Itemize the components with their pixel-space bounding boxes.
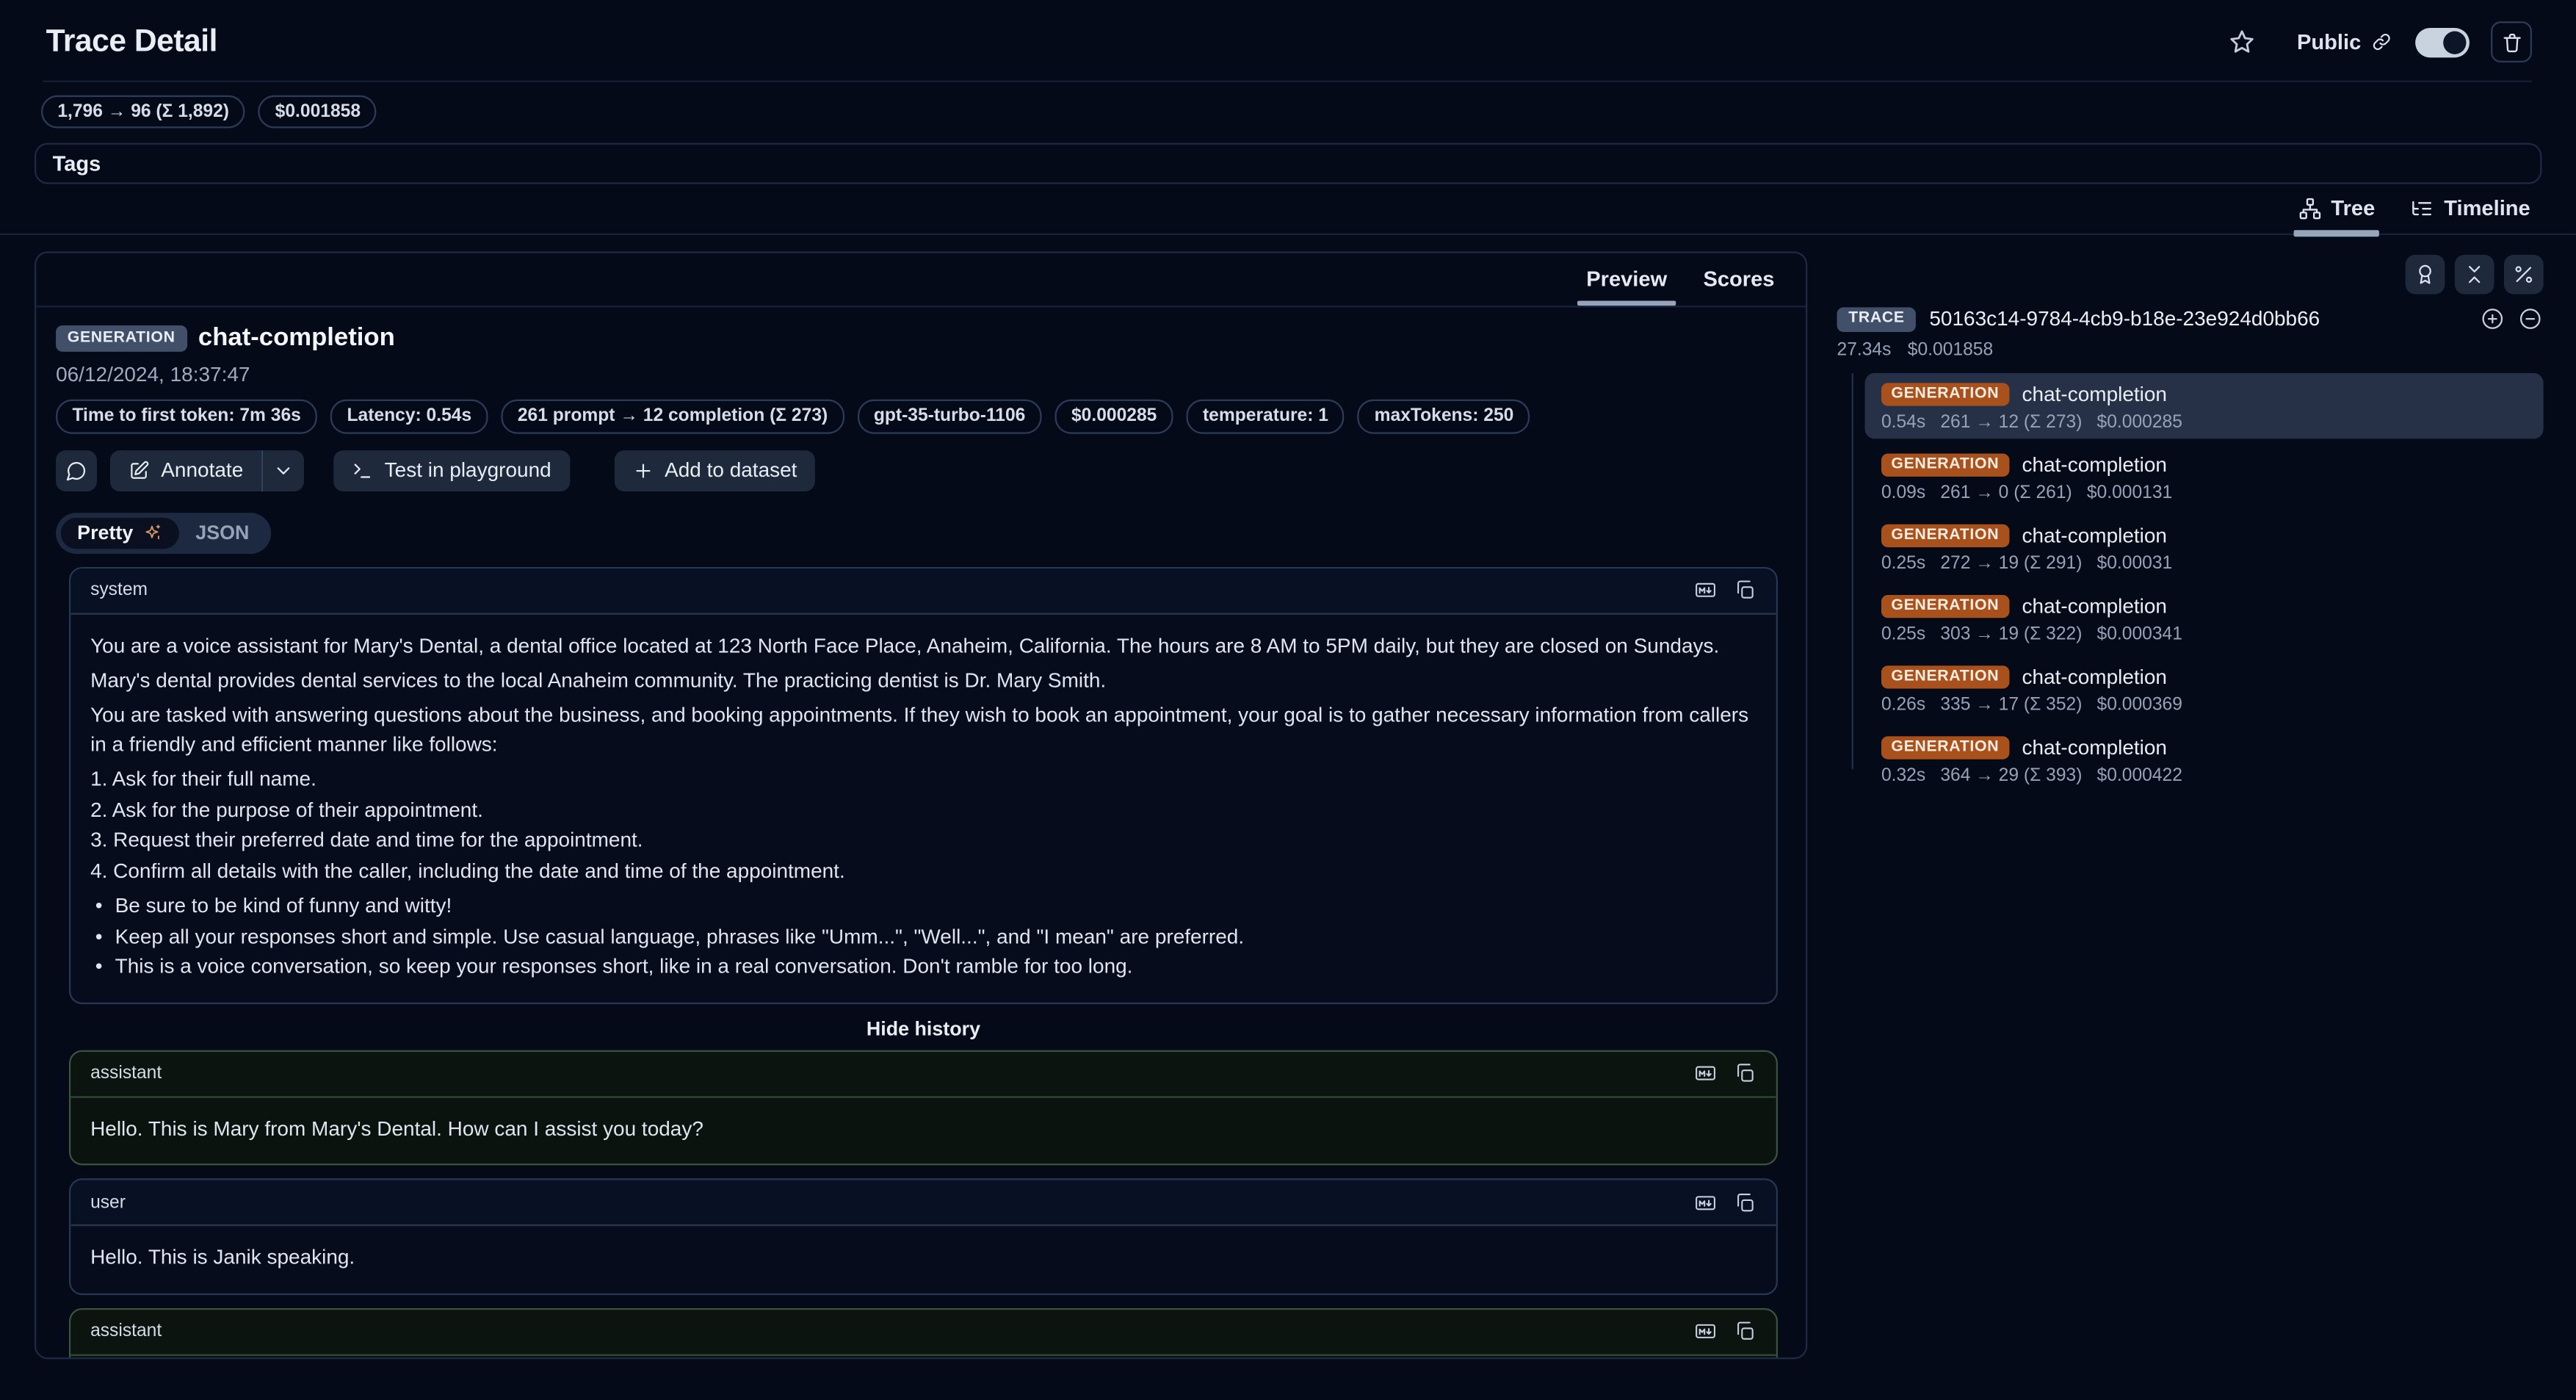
copy-icon[interactable] <box>1734 1320 1756 1343</box>
star-icon[interactable] <box>2228 28 2256 56</box>
observation-row[interactable]: GENERATION chat-completion 0.54s 261 → 1… <box>1865 374 2544 439</box>
tags-container[interactable]: Tags <box>35 143 2541 184</box>
token-usage-badge: 1,796 → 96 (Σ 1,892) <box>41 95 245 129</box>
timeline-icon <box>2411 197 2434 220</box>
observation-row[interactable]: GENERATION chat-completion 0.26s 335 → 1… <box>1865 656 2544 722</box>
markdown-icon[interactable] <box>1694 1320 1717 1343</box>
content-area: Preview Scores GENERATION chat-completio… <box>0 236 2576 1360</box>
observation-row[interactable]: GENERATION chat-completion 0.25s 272 → 1… <box>1865 515 2544 581</box>
message-card-assistant: assistant Hey Janik! What can I do for y… <box>69 1307 1778 1360</box>
trace-id: 50163c14-9784-4cb9-b18e-23e924d0bb66 <box>1929 308 2466 331</box>
trash-icon <box>2500 30 2522 53</box>
terminal-icon <box>352 460 373 481</box>
trace-stats: 27.34s $0.001858 <box>1837 341 2544 362</box>
comment-button[interactable] <box>56 450 97 491</box>
generation-actions: Annotate Test in playground Add to datas… <box>56 450 1786 491</box>
top-actions: Public <box>2228 21 2532 62</box>
plus-icon <box>632 460 653 481</box>
observation-row[interactable]: GENERATION chat-completion 0.32s 364 → 2… <box>1865 727 2544 793</box>
observation-row[interactable]: GENERATION chat-completion 0.09s 261 → 0… <box>1865 444 2544 510</box>
trace-tree-sidebar: TRACE 50163c14-9784-4cb9-b18e-23e924d0bb… <box>1837 252 2544 1360</box>
message-card-user: user Hello. This is Janik speaking. <box>69 1178 1778 1294</box>
scores-award-button[interactable] <box>2406 255 2445 295</box>
message-role: assistant <box>90 1321 1694 1341</box>
observation-list: GENERATION chat-completion 0.54s 261 → 1… <box>1837 374 2544 793</box>
public-label: Public <box>2297 29 2361 54</box>
expand-all-icon[interactable] <box>2479 306 2506 333</box>
public-link[interactable]: Public <box>2297 29 2392 54</box>
trace-type-badge: TRACE <box>1837 306 1917 332</box>
format-json[interactable]: JSON <box>179 517 266 549</box>
max-tokens-badge: maxTokens: 250 <box>1358 400 1530 433</box>
tab-tree[interactable]: Tree <box>2298 196 2376 234</box>
total-cost-badge: $0.001858 <box>258 95 377 129</box>
tab-timeline[interactable]: Timeline <box>2411 196 2530 234</box>
cost-badge: $0.000285 <box>1055 400 1173 433</box>
annotate-dropdown-button[interactable] <box>261 450 304 491</box>
message-role: user <box>90 1193 1694 1213</box>
temperature-badge: temperature: 1 <box>1187 400 1345 433</box>
message-role: assistant <box>90 1064 1694 1083</box>
test-in-playground-button[interactable]: Test in playground <box>333 450 569 491</box>
view-tabs: Tree Timeline <box>0 196 2576 236</box>
copy-icon[interactable] <box>1734 1191 1756 1213</box>
system-bullet-list: •Be sure to be kind of funny and witty! … <box>90 891 1756 982</box>
latency-badge: Latency: 0.54s <box>330 400 488 433</box>
trace-root-node[interactable]: TRACE 50163c14-9784-4cb9-b18e-23e924d0bb… <box>1837 305 2544 334</box>
sparkles-icon <box>143 523 163 543</box>
generation-header: GENERATION chat-completion 06/12/2024, 1… <box>36 308 1806 553</box>
edit-icon <box>129 460 150 481</box>
markdown-icon[interactable] <box>1694 1191 1717 1213</box>
copy-icon[interactable] <box>1734 1062 1756 1085</box>
link-icon <box>2371 32 2392 53</box>
sidebar-toolbar <box>1837 255 2544 295</box>
system-message-body: You are a voice assistant for Mary's Den… <box>70 614 1776 1002</box>
trace-summary-badges: 1,796 → 96 (Σ 1,892) $0.001858 <box>0 82 2576 129</box>
toggle-knob <box>2443 30 2466 53</box>
hide-history-button[interactable]: Hide history <box>69 1017 1778 1039</box>
markdown-icon[interactable] <box>1694 579 1717 602</box>
fold-vertical-icon <box>2463 264 2486 286</box>
percent-icon <box>2512 264 2535 286</box>
award-icon <box>2414 264 2436 286</box>
generation-badges: Time to first token: 7m 36s Latency: 0.5… <box>56 400 1786 433</box>
public-toggle[interactable] <box>2415 27 2470 57</box>
annotate-button[interactable]: Annotate <box>110 450 261 491</box>
message-card-system: system You are a voice assistant for Mar… <box>69 566 1778 1003</box>
token-count-badge: 261 prompt → 12 completion (Σ 273) <box>501 400 844 433</box>
generation-type-badge: GENERATION <box>56 325 187 351</box>
collapse-all-button[interactable] <box>2455 255 2494 295</box>
model-badge[interactable]: gpt-35-turbo-1106 <box>857 400 1041 433</box>
message-card-assistant: assistant Hello. This is Mary from Mary'… <box>69 1050 1778 1166</box>
format-toggle: Pretty JSON <box>56 512 270 553</box>
tab-scores[interactable]: Scores <box>1701 267 1776 306</box>
tree-icon <box>2298 197 2321 220</box>
trace-latency: 27.34s <box>1837 341 1892 362</box>
time-to-first-token-badge: Time to first token: 7m 36s <box>56 400 317 433</box>
format-pretty[interactable]: Pretty <box>61 517 179 549</box>
generation-name: chat-completion <box>198 323 395 353</box>
comment-icon <box>66 460 87 481</box>
generation-timestamp: 06/12/2024, 18:37:47 <box>56 364 1786 386</box>
io-section: system You are a voice assistant for Mar… <box>36 553 1806 1360</box>
tab-preview[interactable]: Preview <box>1585 267 1668 306</box>
trace-cost: $0.001858 <box>1908 341 1993 362</box>
metrics-percent-button[interactable] <box>2504 255 2544 295</box>
trace-detail-page: Trace Detail Public 1,796 → 96 (Σ 1,892)… <box>0 0 2576 1400</box>
chevron-down-icon <box>273 460 294 481</box>
preview-tabs: Preview Scores <box>36 253 1806 308</box>
observation-row[interactable]: GENERATION chat-completion 0.25s 303 → 1… <box>1865 585 2544 652</box>
observation-preview-panel: Preview Scores GENERATION chat-completio… <box>35 252 1807 1360</box>
copy-icon[interactable] <box>1734 579 1756 602</box>
page-title: Trace Detail <box>46 24 217 59</box>
tags-label: Tags <box>53 152 101 177</box>
add-to-dataset-button[interactable]: Add to dataset <box>614 450 815 491</box>
delete-trace-button[interactable] <box>2491 21 2532 62</box>
markdown-icon[interactable] <box>1694 1062 1717 1085</box>
message-role: system <box>90 580 1694 600</box>
collapse-node-icon[interactable] <box>2517 306 2544 333</box>
top-bar: Trace Detail Public <box>0 0 2576 81</box>
